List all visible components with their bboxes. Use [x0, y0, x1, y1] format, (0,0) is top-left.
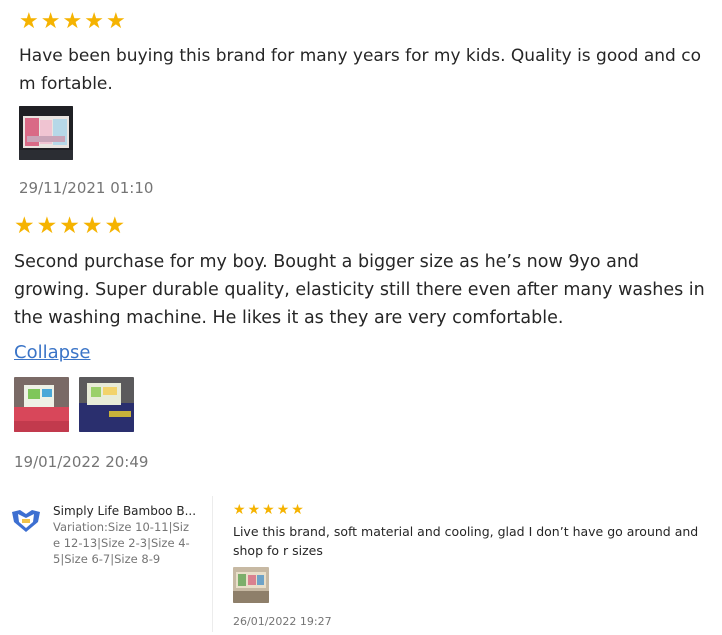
- review-2-photo-2[interactable]: [79, 377, 134, 432]
- star-icon: ★: [247, 501, 261, 517]
- star-icon: ★: [233, 501, 246, 517]
- photo-image: [79, 377, 134, 432]
- star-icon: ★: [105, 8, 126, 33]
- product-variation: Variation:Size 10-11|Size 12-13|Size 2-3…: [53, 520, 190, 566]
- column-divider: [212, 496, 213, 632]
- review-2-rating-stars: ★ ★ ★ ★ ★: [14, 214, 125, 237]
- review-3-photo[interactable]: [233, 567, 269, 603]
- review-3-text: Live this brand, soft material and cooli…: [233, 524, 699, 558]
- star-icon: ★: [14, 212, 35, 238]
- review-2-photo-1[interactable]: [14, 377, 69, 432]
- review-1-text: Have been buying this brand for many yea…: [19, 46, 701, 94]
- review-3-rating-stars: ★ ★ ★ ★ ★: [233, 502, 304, 516]
- collapse-link[interactable]: Collapse: [14, 342, 91, 363]
- photo-image: [19, 106, 73, 160]
- star-icon: ★: [59, 212, 80, 238]
- star-icon: ★: [81, 212, 103, 238]
- photo-image: [14, 377, 69, 432]
- product-name: Simply Life Bamboo B...: [53, 504, 197, 518]
- star-icon: ★: [104, 212, 126, 238]
- star-icon: ★: [262, 501, 275, 517]
- review-1-timestamp: 29/11/2021 01:10: [19, 179, 154, 197]
- star-icon: ★: [40, 8, 61, 33]
- star-icon: ★: [291, 501, 304, 517]
- review-1-rating-stars: ★ ★ ★ ★ ★: [19, 10, 126, 32]
- star-icon: ★: [84, 8, 104, 33]
- review-1-photo[interactable]: [19, 106, 73, 160]
- review-2-text: Second purchase for my boy. Bought a big…: [14, 252, 705, 328]
- star-icon: ★: [36, 212, 58, 238]
- review-2-timestamp: 19/01/2022 20:49: [14, 453, 149, 471]
- star-icon: ★: [19, 8, 39, 33]
- review-3-timestamp: 26/01/2022 19:27: [233, 615, 332, 628]
- star-icon: ★: [62, 8, 83, 33]
- product-thumbnail-icon: [10, 508, 42, 534]
- star-icon: ★: [276, 501, 290, 517]
- photo-image: [233, 567, 269, 603]
